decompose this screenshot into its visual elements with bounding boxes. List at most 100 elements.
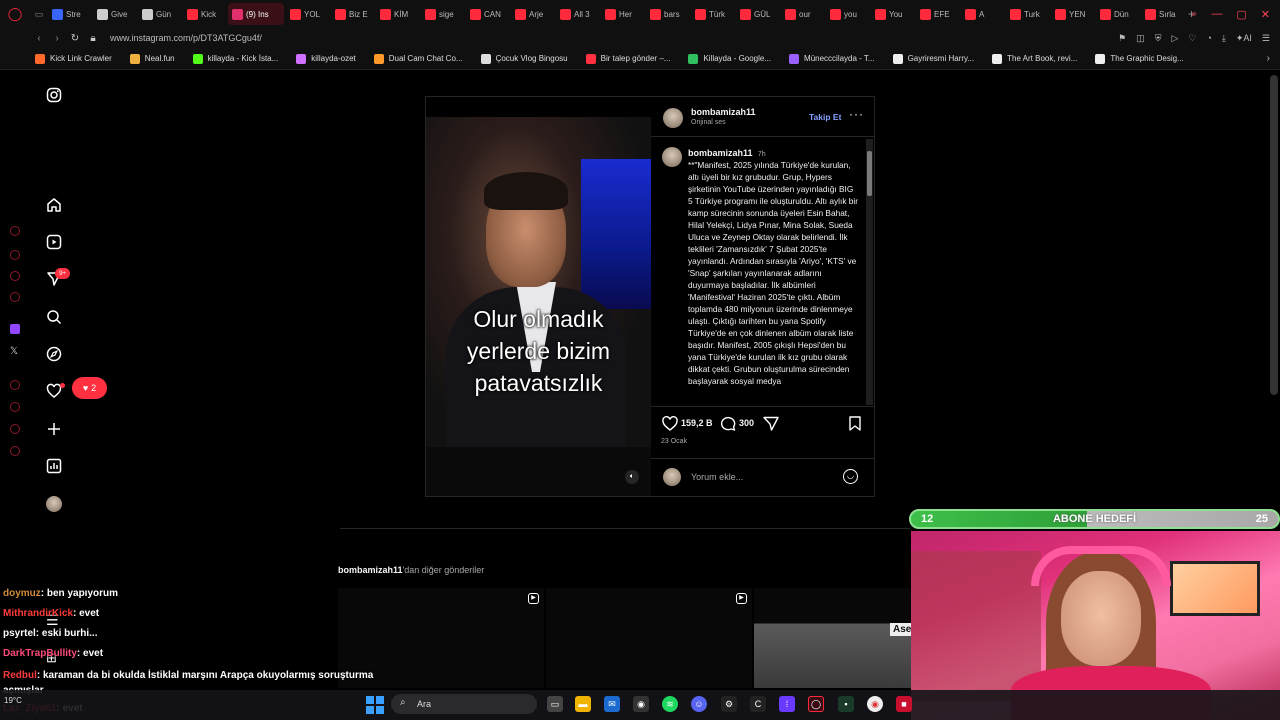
bookmark-item[interactable]: Gayriresmi Harry... xyxy=(884,53,984,64)
url-field[interactable]: www.instagram.com/p/DT3ATGCgu4f/ xyxy=(110,33,262,43)
sidebar-icon-2[interactable] xyxy=(10,250,20,260)
more-posts-username[interactable]: bombamizah11 xyxy=(338,565,403,575)
profile-avatar[interactable] xyxy=(46,496,62,512)
sidebar-icon-5[interactable] xyxy=(10,380,20,390)
home-icon[interactable] xyxy=(45,196,63,214)
browser-tab[interactable]: Stre xyxy=(48,3,91,25)
start-button[interactable] xyxy=(366,696,384,714)
browser-tab[interactable]: EFE xyxy=(916,3,959,25)
bookmark-item[interactable]: Münecccilayda - T... xyxy=(780,53,884,64)
more-post-thumbnail-2[interactable]: ▶ xyxy=(546,588,752,688)
bookmark-page-icon[interactable]: ⚑ xyxy=(1118,33,1126,44)
save-icon[interactable] xyxy=(849,416,861,436)
create-icon[interactable] xyxy=(45,420,63,438)
instagram-logo-icon[interactable] xyxy=(45,86,63,104)
browser-tab[interactable]: Türk xyxy=(691,3,734,25)
settings-icon[interactable] xyxy=(10,446,20,456)
browser-tab[interactable]: You xyxy=(871,3,914,25)
browser-tab[interactable]: Kick xyxy=(183,3,226,25)
reels-icon[interactable] xyxy=(45,233,63,251)
browser-tab[interactable]: Gün xyxy=(138,3,181,25)
browser-tab[interactable]: Her xyxy=(601,3,644,25)
browser-tab[interactable]: Arje xyxy=(511,3,554,25)
chrome-icon[interactable]: ◉ xyxy=(867,696,883,712)
app-icon[interactable]: C xyxy=(750,696,766,712)
search-icon[interactable] xyxy=(45,308,63,326)
browser-tab[interactable]: Give xyxy=(93,3,136,25)
bookmark-item[interactable]: killayda - Kick İsta... xyxy=(184,53,288,64)
browser-tab[interactable]: YEN xyxy=(1051,3,1094,25)
explore-icon[interactable] xyxy=(45,345,63,363)
mail-icon[interactable]: ✉ xyxy=(604,696,620,712)
browser-tab[interactable]: Dün xyxy=(1096,3,1139,25)
audio-label[interactable]: Orijinal ses xyxy=(691,119,726,126)
post-video[interactable]: Olur olmadık yerlerde bizim patavatsızlı… xyxy=(426,97,651,496)
browser-tab[interactable]: CAN xyxy=(466,3,509,25)
bookmark-item[interactable]: killayda-ozet xyxy=(287,53,364,64)
workspaces-icon[interactable]: ▭ xyxy=(30,9,48,20)
follow-button[interactable]: Takip Et xyxy=(809,112,841,122)
steam-icon[interactable]: ⚙ xyxy=(721,696,737,712)
browser-tab[interactable]: KİM xyxy=(376,3,419,25)
bookmark-item[interactable]: Dual Cam Chat Co... xyxy=(365,53,472,64)
author-avatar[interactable] xyxy=(663,108,683,128)
dashboard-icon[interactable] xyxy=(45,457,63,475)
comment-input[interactable]: Yorum ekle... xyxy=(691,472,743,482)
share-icon[interactable] xyxy=(763,416,779,436)
history-icon[interactable] xyxy=(10,402,20,412)
browser-tab[interactable]: YOL xyxy=(286,3,329,25)
browser-tab[interactable]: A xyxy=(961,3,1004,25)
taskbar-search[interactable]: ⌕ Ara xyxy=(391,694,537,714)
likes-notification-pill[interactable]: ♥ 2 xyxy=(72,377,107,399)
reload-button[interactable]: ↻ xyxy=(66,33,84,44)
download-icon[interactable]: ⤓ xyxy=(1222,33,1226,44)
menu-icon[interactable]: ☰ xyxy=(1262,33,1270,44)
browser-tab[interactable]: Sırla xyxy=(1141,3,1184,25)
browser-tab[interactable]: our xyxy=(781,3,824,25)
more-post-thumbnail-3[interactable]: Ase xyxy=(754,588,915,688)
x-icon[interactable]: 𝕏 xyxy=(10,346,18,357)
browser-tab[interactable]: (9) Ins xyxy=(228,3,284,25)
opera-taskbar-icon[interactable]: ◯ xyxy=(808,696,824,712)
close-button[interactable]: ✕ xyxy=(1261,8,1270,21)
play-icon[interactable]: ▷ xyxy=(1171,33,1178,44)
caption-scroll-thumb[interactable] xyxy=(867,151,872,196)
terminal-icon[interactable]: ▪ xyxy=(838,696,854,712)
post-options-icon[interactable]: ··· xyxy=(849,107,864,121)
comment-icon[interactable] xyxy=(720,416,736,436)
search-tabs-icon[interactable]: ⌕ xyxy=(1191,8,1197,21)
sidebar-icon-6[interactable] xyxy=(10,424,20,434)
bookmark-item[interactable]: The Art Book, revi... xyxy=(983,53,1086,64)
author-username[interactable]: bombamizah11 xyxy=(691,107,756,117)
like-count[interactable]: 159,2 B xyxy=(681,418,713,428)
github-icon[interactable]: ◉ xyxy=(633,696,649,712)
file-explorer-icon[interactable]: ▬ xyxy=(575,696,591,712)
browser-tab[interactable]: you xyxy=(826,3,869,25)
like-icon[interactable] xyxy=(662,416,678,436)
bookmark-item[interactable]: Kick Link Crawler xyxy=(26,53,121,64)
minimize-button[interactable]: — xyxy=(1211,8,1222,20)
caption-scrollbar[interactable] xyxy=(866,139,873,405)
comment-count[interactable]: 300 xyxy=(739,418,754,428)
browser-tab[interactable]: Biz E xyxy=(331,3,374,25)
heart-icon[interactable]: ♡ xyxy=(1188,33,1196,44)
shield-icon[interactable]: ⛨ xyxy=(1155,33,1162,44)
red-app-icon[interactable]: ■ xyxy=(896,696,912,712)
emoji-icon[interactable]: ◡ xyxy=(843,469,858,484)
sidebar-icon-3[interactable] xyxy=(10,271,20,281)
camera-icon[interactable]: ◫ xyxy=(1136,33,1145,44)
maximize-button[interactable]: ▢ xyxy=(1236,8,1246,21)
bookmarks-overflow-icon[interactable]: › xyxy=(1267,53,1270,64)
grid-app-icon[interactable]: ⁞ xyxy=(779,696,795,712)
forward-button[interactable]: › xyxy=(48,33,66,44)
spotify-icon[interactable]: ≋ xyxy=(662,696,678,712)
page-scrollbar[interactable] xyxy=(1270,75,1278,395)
browser-tab[interactable]: Turk xyxy=(1006,3,1049,25)
bookmark-item[interactable]: Killayda - Google... xyxy=(679,53,780,64)
task-view-icon[interactable]: ▭ xyxy=(547,696,563,712)
ai-icon[interactable]: ✦AI xyxy=(1236,33,1252,44)
discord-icon[interactable]: ☺ xyxy=(691,696,707,712)
twitch-icon[interactable] xyxy=(10,324,20,334)
bookmark-item[interactable]: Neal.fun xyxy=(121,53,184,64)
browser-tab[interactable]: GÜL xyxy=(736,3,779,25)
